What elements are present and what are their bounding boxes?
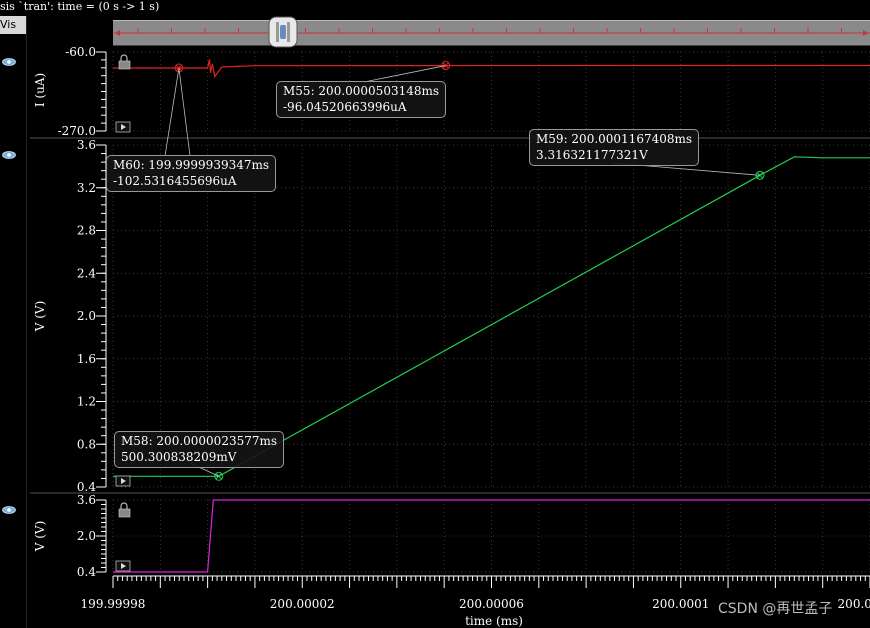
y-axis-label: I (uA) (33, 73, 47, 107)
y-tick-label: 2.8 (77, 224, 96, 238)
x-axis-label: time (ms) (465, 614, 523, 628)
series-line (113, 156, 870, 477)
y-tick-label: 2.4 (77, 266, 96, 280)
y-tick-label: 2.0 (77, 529, 96, 543)
y-tick-label: 0.4 (77, 565, 96, 579)
x-tick-label: 199.99998 (81, 597, 146, 611)
marker-leader (164, 67, 180, 157)
marker-m60-value: -102.5316455696uA (113, 174, 237, 188)
y-tick-label: 3.2 (77, 181, 96, 195)
marker-label-m55[interactable]: M55: 200.0000503148ms -96.04520663996uA (276, 81, 447, 118)
marker-label-m60[interactable]: M60: 199.9999939347ms -102.5316455696uA (106, 155, 277, 192)
play-icon (115, 475, 131, 487)
x-tick-label: 200.00002 (270, 597, 335, 611)
y-tick-label: -60.0 (65, 45, 96, 59)
marker-label-m58[interactable]: M58: 200.0000023577ms 500.300838209mV (114, 431, 285, 468)
lock-icon (118, 502, 131, 518)
marker-m60-name: M60 (113, 158, 141, 172)
y-tick-label: 3.6 (77, 493, 96, 507)
marker-m58-value: 500.300838209mV (121, 450, 237, 464)
marker-m55-time: 200.0000503148ms (318, 84, 440, 98)
marker-m59-value: 3.316321177321V (536, 148, 648, 162)
y-axis-label: V (V) (33, 301, 47, 333)
watermark: CSDN @再世孟子 (718, 601, 833, 617)
marker-m59-name: M59 (536, 132, 564, 146)
y-tick-label: 0.8 (77, 437, 96, 451)
marker-m58-time: 200.0000023577ms (156, 434, 278, 448)
marker-leader (363, 65, 446, 83)
lock-icon (118, 54, 131, 70)
marker-m60-time: 199.9999939347ms (148, 158, 270, 172)
marker-m58-name: M58 (121, 434, 149, 448)
play-icon (115, 121, 131, 133)
x-tick-label: 200.00014 (838, 597, 870, 611)
x-tick-label: 200.00006 (459, 597, 524, 611)
x-tick-label: 200.0001 (652, 597, 709, 611)
y-tick-label: 1.2 (77, 395, 96, 409)
marker-leader (178, 67, 191, 157)
marker-m55-value: -96.04520663996uA (283, 100, 407, 114)
y-tick-label: 0.4 (77, 480, 96, 494)
marker-label-m59[interactable]: M59: 200.0001167408ms 3.316321177321V (529, 129, 700, 166)
y-tick-label: -270.0 (58, 124, 96, 138)
y-tick-label: 2.0 (77, 309, 96, 323)
y-tick-label: 3.6 (77, 138, 96, 152)
marker-m55-name: M55 (283, 84, 311, 98)
play-icon (115, 560, 131, 572)
y-tick-label: 1.6 (77, 352, 96, 366)
y-axis-label: V (V) (33, 521, 47, 553)
marker-m59-time: 200.0001167408ms (571, 132, 693, 146)
